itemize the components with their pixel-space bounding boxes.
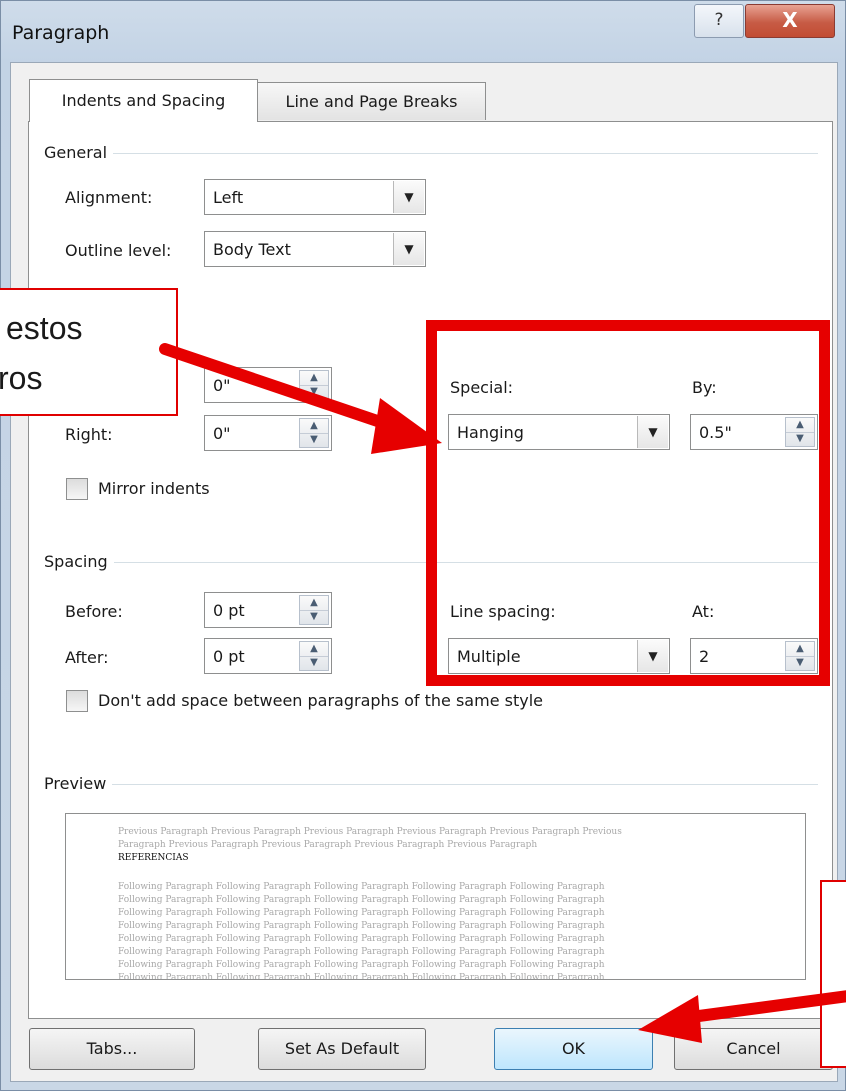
arrow-line <box>678 990 846 1024</box>
arrow-head <box>638 995 702 1043</box>
annotation-arrows <box>159 343 846 1043</box>
arrow-line <box>159 343 404 434</box>
arrow-head <box>371 398 442 454</box>
tab-indents-and-spacing[interactable]: Indents and Spacing <box>29 79 258 122</box>
